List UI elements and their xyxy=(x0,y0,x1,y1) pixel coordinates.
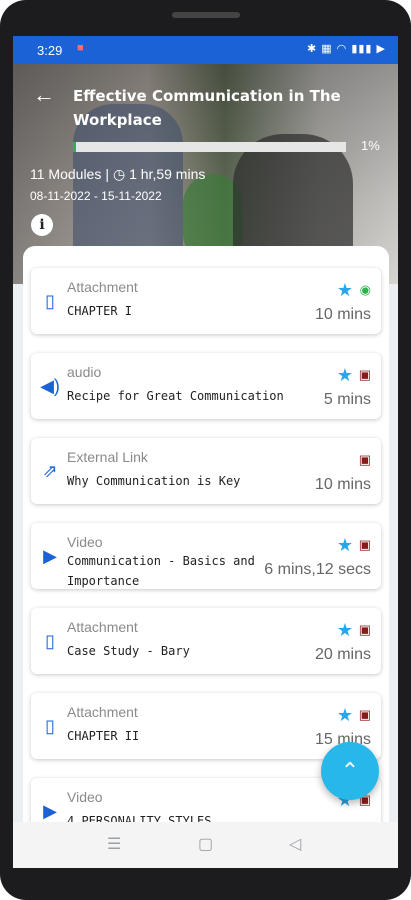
lock-icon: ▣ xyxy=(358,707,371,722)
module-card[interactable]: ▯ Attachment CHAPTER II ★ ▣ 15 mins xyxy=(31,693,381,759)
home-icon[interactable]: ▢ xyxy=(198,834,213,854)
module-name: Communication - Basics and Importance xyxy=(67,554,255,588)
module-type: External Link xyxy=(67,449,148,465)
document-icon: ▯ xyxy=(45,631,55,651)
meta-separator: | xyxy=(105,166,109,182)
module-name: Case Study - Bary xyxy=(67,644,190,658)
video-icon: ▶ xyxy=(43,546,57,566)
course-title: Effective Communication in The Workplace xyxy=(73,87,341,129)
video-icon: ▶ xyxy=(43,801,57,821)
back-arrow-icon[interactable]: ← xyxy=(33,82,55,108)
course-progress-fill xyxy=(73,142,76,152)
phone-frame: 3:29 ■ ✱ ▦ ◠ ▮▮▮ ▶ ← Effective Communica… xyxy=(0,0,411,900)
speaker-icon: ◀) xyxy=(40,376,60,396)
external-link-icon: ⇗ xyxy=(42,461,58,481)
module-duration: 10 mins xyxy=(314,306,371,323)
lock-icon: ▣ xyxy=(358,622,371,637)
module-name: CHAPTER I xyxy=(67,304,133,318)
system-nav-bar: ☰ ▢ ◁ xyxy=(13,822,398,868)
module-duration: 20 mins xyxy=(314,646,371,663)
status-bar: 3:29 ■ ✱ ▦ ◠ ▮▮▮ ▶ xyxy=(13,36,398,64)
document-icon: ▯ xyxy=(45,291,55,311)
speaker-grille xyxy=(172,12,240,18)
module-count: 11 Modules xyxy=(30,166,102,182)
course-progress-percent: 1% xyxy=(361,138,380,153)
system-back-icon[interactable]: ◁ xyxy=(289,834,301,854)
star-icon[interactable]: ★ xyxy=(337,705,353,726)
course-dates: 08-11-2022 - 15-11-2022 xyxy=(30,189,162,203)
module-type: Video xyxy=(67,534,103,550)
module-type: Attachment xyxy=(67,619,138,635)
star-icon[interactable]: ★ xyxy=(337,280,353,301)
scroll-to-top-button[interactable]: ⌃ xyxy=(321,742,379,800)
module-type: audio xyxy=(67,364,102,380)
module-card[interactable]: ▶ Video Communication - Basics and Impor… xyxy=(31,523,381,589)
app-notification-icon: ■ xyxy=(77,42,84,54)
module-type: Attachment xyxy=(67,704,138,720)
course-duration: 1 hr,59 mins xyxy=(129,166,206,182)
status-time: 3:29 xyxy=(37,43,63,58)
star-icon[interactable]: ★ xyxy=(337,535,353,556)
module-name: CHAPTER II xyxy=(67,729,140,743)
recent-apps-icon[interactable]: ☰ xyxy=(107,834,121,854)
star-icon[interactable]: ★ xyxy=(337,620,353,641)
module-duration: 6 mins,12 secs xyxy=(264,561,371,578)
module-duration: 5 mins xyxy=(323,391,371,408)
clock-icon: ◷ xyxy=(112,166,126,182)
system-status-icons: ✱ ▦ ◠ ▮▮▮ ▶ xyxy=(306,43,386,55)
course-meta: 11 Modules | ◷ 1 hr,59 mins xyxy=(30,166,205,183)
course-progress-bar xyxy=(73,142,346,152)
module-name: Recipe for Great Communication xyxy=(67,389,284,403)
chevron-up-icon: ⌃ xyxy=(340,758,360,783)
module-type: Video xyxy=(67,789,103,805)
module-card[interactable]: ▯ Attachment CHAPTER I ★ ◉ 10 mins xyxy=(31,268,381,334)
module-card[interactable]: ▯ Attachment Case Study - Bary ★ ▣ 20 mi… xyxy=(31,608,381,674)
info-icon[interactable]: i xyxy=(31,214,53,236)
module-type: Attachment xyxy=(67,279,138,295)
lock-icon: ▣ xyxy=(358,367,371,382)
module-duration: 10 mins xyxy=(314,476,371,493)
document-icon: ▯ xyxy=(45,716,55,736)
module-name: Why Communication is Key xyxy=(67,474,241,488)
app-screen: 3:29 ■ ✱ ▦ ◠ ▮▮▮ ▶ ← Effective Communica… xyxy=(13,36,398,868)
module-card[interactable]: ◀) audio Recipe for Great Communication … xyxy=(31,353,381,419)
lock-icon: ▣ xyxy=(358,452,371,467)
star-icon[interactable]: ★ xyxy=(337,365,353,386)
eye-icon: ◉ xyxy=(359,282,371,297)
module-card[interactable]: ⇗ External Link Why Communication is Key… xyxy=(31,438,381,504)
lock-icon: ▣ xyxy=(358,537,371,552)
